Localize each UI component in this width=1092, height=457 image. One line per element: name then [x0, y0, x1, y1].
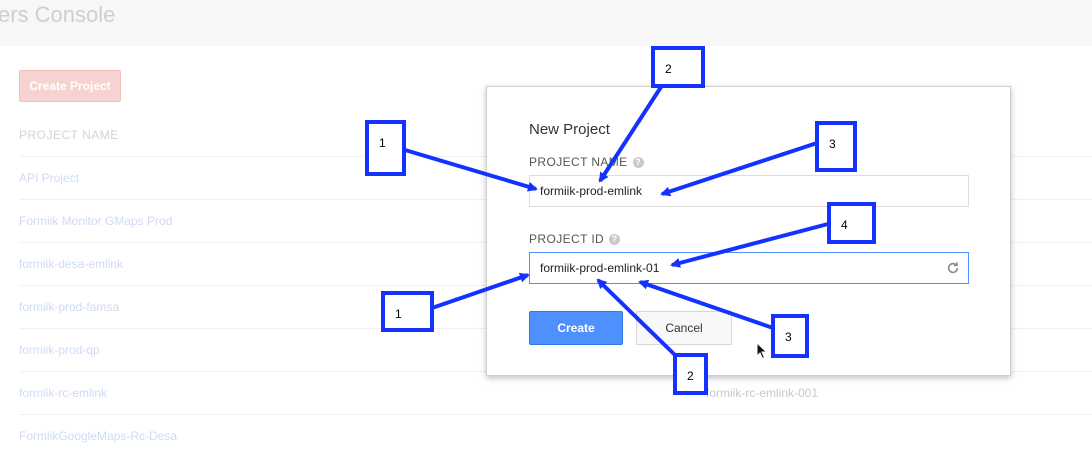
project-name-value: formiik-prod-emlink — [540, 184, 643, 198]
mouse-cursor-icon — [756, 342, 768, 360]
project-id-cell: formiik-rc-emlink-001 — [706, 386, 819, 400]
project-name[interactable]: API Project — [19, 171, 79, 185]
project-id-value: formiik-prod-emlink-01 — [540, 261, 660, 275]
create-project-button[interactable]: Create Project — [19, 70, 121, 102]
create-button[interactable]: Create — [529, 311, 623, 345]
annotation-label: 1 — [381, 291, 434, 332]
annotation-label: 3 — [815, 121, 857, 172]
top-bar: ers Console — [0, 0, 1092, 46]
project-name[interactable]: FormiikGoogleMaps-Rc-Desa — [19, 429, 177, 443]
annotation-label: 2 — [673, 353, 708, 395]
app-title: ers Console — [0, 2, 116, 27]
project-row[interactable]: formiik-rc-emlink — [19, 371, 1092, 414]
annotation-label: 4 — [827, 202, 876, 244]
dialog-title: New Project — [529, 121, 610, 138]
project-name[interactable]: formiik-prod-qp — [19, 343, 100, 357]
project-name-input[interactable]: formiik-prod-emlink — [529, 175, 969, 207]
project-id-input[interactable]: formiik-prod-emlink-01 — [529, 252, 969, 284]
annotation-label: 1 — [365, 120, 406, 176]
help-icon[interactable]: ? — [609, 234, 621, 245]
annotation-label: 3 — [771, 314, 809, 358]
project-id-label: PROJECT ID? — [529, 232, 621, 246]
annotation-label: 2 — [651, 46, 705, 88]
cancel-button[interactable]: Cancel — [636, 311, 732, 345]
refresh-icon[interactable] — [946, 261, 960, 275]
project-name-column-header: PROJECT NAME — [19, 128, 119, 142]
project-name-label: PROJECT NAME? — [529, 155, 644, 169]
project-name[interactable]: formiik-desa-emlink — [19, 257, 123, 271]
new-project-dialog: New Project PROJECT NAME? formiik-prod-e… — [486, 86, 1011, 376]
project-id-label-text: PROJECT ID — [529, 232, 605, 246]
help-icon[interactable]: ? — [632, 157, 644, 168]
project-name[interactable]: Formiik Monitor GMaps Prod — [19, 214, 172, 228]
project-name-label-text: PROJECT NAME — [529, 155, 628, 169]
project-name[interactable]: formiik-rc-emlink — [19, 386, 107, 400]
project-name[interactable]: formiik-prod-famsa — [19, 300, 119, 314]
